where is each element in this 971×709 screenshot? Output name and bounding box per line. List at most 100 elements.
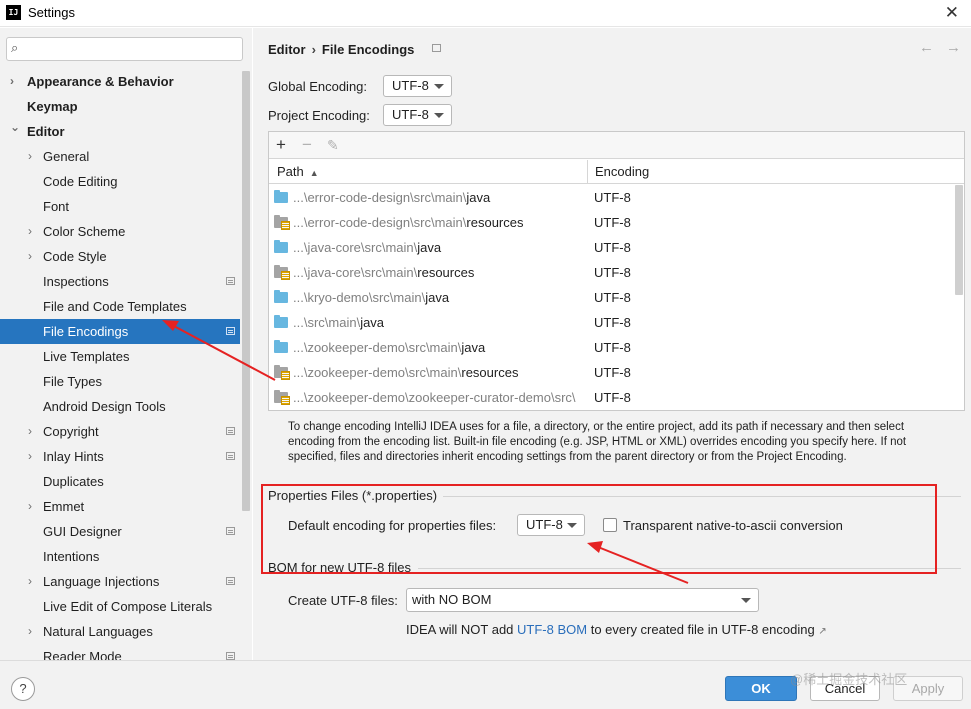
sidebar-item[interactable]: File Types bbox=[0, 369, 240, 394]
sidebar-item[interactable]: › Code Style bbox=[0, 244, 240, 269]
chevron-right-icon[interactable]: › bbox=[28, 144, 32, 169]
chevron-right-icon[interactable]: › bbox=[28, 569, 32, 594]
sidebar-item[interactable]: File and Code Templates bbox=[0, 294, 240, 319]
sidebar-item[interactable]: › Appearance & Behavior bbox=[0, 69, 240, 94]
chevron-right-icon[interactable]: › bbox=[28, 444, 32, 469]
sidebar-item-label: Live Templates bbox=[43, 349, 130, 364]
column-header-path[interactable]: Path ▲ bbox=[277, 160, 585, 184]
sidebar-item[interactable]: › General bbox=[0, 144, 240, 169]
path-cell: ...\java-core\src\main\resources bbox=[293, 265, 475, 280]
source-folder-icon bbox=[274, 290, 288, 303]
sidebar-item[interactable]: › Inlay Hints bbox=[0, 444, 240, 469]
forward-arrow-icon[interactable]: → bbox=[946, 39, 961, 56]
sidebar-item[interactable]: Keymap bbox=[0, 94, 240, 119]
sidebar-item[interactable]: Duplicates bbox=[0, 469, 240, 494]
project-encoding-select[interactable]: UTF-8 bbox=[383, 104, 452, 126]
sidebar-item[interactable]: › Copyright bbox=[0, 419, 240, 444]
chevron-right-icon[interactable]: › bbox=[28, 219, 32, 244]
column-divider[interactable] bbox=[587, 160, 588, 184]
encoding-cell[interactable]: UTF-8 bbox=[594, 210, 631, 235]
path-cell: ...\error-code-design\src\main\resources bbox=[293, 215, 524, 230]
breadcrumb-separator: › bbox=[311, 42, 316, 57]
project-scope-icon bbox=[226, 427, 235, 435]
source-folder-icon bbox=[274, 240, 288, 253]
project-encoding-value: UTF-8 bbox=[392, 107, 429, 122]
sidebar-item[interactable]: Android Design Tools bbox=[0, 394, 240, 419]
chevron-right-icon[interactable]: › bbox=[28, 244, 32, 269]
table-row[interactable]: ...\zookeeper-demo\zookeeper-curator-dem… bbox=[269, 385, 964, 410]
encoding-cell[interactable]: UTF-8 bbox=[594, 285, 631, 310]
table-row[interactable]: ...\java-core\src\main\resources UTF-8 bbox=[269, 260, 964, 285]
sidebar-item-label: GUI Designer bbox=[43, 524, 122, 539]
sidebar-item-label: File Encodings bbox=[43, 324, 129, 339]
sidebar-item[interactable]: File Encodings bbox=[0, 319, 240, 344]
table-toolbar: + − ✎ bbox=[269, 132, 964, 159]
resources-folder-icon bbox=[274, 365, 290, 380]
path-cell: ...\kryo-demo\src\main\java bbox=[293, 290, 450, 305]
global-encoding-select[interactable]: UTF-8 bbox=[383, 75, 452, 97]
close-icon[interactable]: ✕ bbox=[945, 3, 959, 23]
project-encoding-label: Project Encoding: bbox=[268, 108, 370, 123]
utf8-bom-link[interactable]: UTF-8 BOM bbox=[517, 622, 587, 637]
path-cell: ...\zookeeper-demo\zookeeper-curator-dem… bbox=[293, 390, 576, 405]
sidebar-item[interactable]: Reader Mode bbox=[0, 644, 240, 660]
project-scope-icon bbox=[226, 452, 235, 460]
sidebar-item-label: Language Injections bbox=[43, 574, 160, 589]
search-input[interactable] bbox=[31, 40, 236, 58]
table-row[interactable]: ...\java-core\src\main\java UTF-8 bbox=[269, 235, 964, 260]
sidebar-item[interactable]: › Emmet bbox=[0, 494, 240, 519]
column-header-encoding[interactable]: Encoding bbox=[595, 160, 649, 184]
sidebar-item[interactable]: Inspections bbox=[0, 269, 240, 294]
sidebar-item[interactable]: › Language Injections bbox=[0, 569, 240, 594]
sidebar-item-label: Font bbox=[43, 199, 70, 214]
settings-search[interactable]: ⌕ bbox=[6, 37, 243, 61]
table-row[interactable]: ...\zookeeper-demo\src\main\resources UTF… bbox=[269, 360, 964, 385]
encoding-cell[interactable]: UTF-8 bbox=[594, 260, 631, 285]
encoding-cell[interactable]: UTF-8 bbox=[594, 310, 631, 335]
sidebar-item[interactable]: Intentions bbox=[0, 544, 240, 569]
table-row[interactable]: ...\src\main\java UTF-8 bbox=[269, 310, 964, 335]
back-arrow-icon[interactable]: ← bbox=[919, 39, 934, 56]
table-row[interactable]: ...\error-code-design\src\main\resources… bbox=[269, 210, 964, 235]
table-row[interactable]: ...\zookeeper-demo\src\main\java UTF-8 bbox=[269, 335, 964, 360]
sidebar-item[interactable]: Live Templates bbox=[0, 344, 240, 369]
encoding-cell[interactable]: UTF-8 bbox=[594, 185, 631, 210]
sidebar-item-label: Inlay Hints bbox=[43, 449, 104, 464]
encoding-cell[interactable]: UTF-8 bbox=[594, 335, 631, 360]
breadcrumb: Editor › File Encodings bbox=[268, 42, 414, 57]
chevron-right-icon[interactable]: › bbox=[28, 494, 32, 519]
sidebar-item[interactable]: › Natural Languages bbox=[0, 619, 240, 644]
chevron-right-icon[interactable]: › bbox=[10, 69, 14, 94]
encoding-cell[interactable]: UTF-8 bbox=[594, 235, 631, 260]
sidebar-item[interactable]: Live Edit of Compose Literals bbox=[0, 594, 240, 619]
sidebar-item-label: File and Code Templates bbox=[43, 299, 187, 314]
bom-select[interactable]: with NO BOM bbox=[406, 588, 759, 612]
sidebar-item[interactable]: ⌄ Editor bbox=[0, 119, 240, 144]
sidebar-item-label: File Types bbox=[43, 374, 103, 389]
sidebar-item[interactable]: GUI Designer bbox=[0, 519, 240, 544]
sidebar-scrollbar[interactable] bbox=[242, 71, 250, 511]
ok-button[interactable]: OK bbox=[725, 676, 797, 701]
chevron-down-icon[interactable]: ⌄ bbox=[10, 115, 20, 140]
sidebar-item[interactable]: Font bbox=[0, 194, 240, 219]
bom-info: IDEA will NOT add UTF-8 BOM to every cre… bbox=[406, 622, 827, 637]
table-row[interactable]: ...\error-code-design\src\main\java UTF-8 bbox=[269, 185, 964, 210]
sidebar-item[interactable]: Code Editing bbox=[0, 169, 240, 194]
sidebar-item[interactable]: › Color Scheme bbox=[0, 219, 240, 244]
encoding-cell[interactable]: UTF-8 bbox=[594, 360, 631, 385]
sidebar-item-label: Color Scheme bbox=[43, 224, 126, 239]
encoding-cell[interactable]: UTF-8 bbox=[594, 385, 631, 410]
chevron-down-icon bbox=[741, 598, 751, 603]
help-button[interactable]: ? bbox=[11, 677, 35, 701]
table-scrollbar[interactable] bbox=[955, 185, 963, 295]
remove-icon[interactable]: − bbox=[302, 135, 312, 155]
chevron-right-icon[interactable]: › bbox=[28, 419, 32, 444]
add-icon[interactable]: + bbox=[276, 135, 286, 155]
encoding-help-text: To change encoding IntelliJ IDEA uses fo… bbox=[288, 421, 907, 463]
edit-icon[interactable]: ✎ bbox=[327, 137, 339, 154]
table-row[interactable]: ...\kryo-demo\src\main\java UTF-8 bbox=[269, 285, 964, 310]
breadcrumb-parent[interactable]: Editor bbox=[268, 42, 306, 57]
sidebar-item-label: Inspections bbox=[43, 274, 109, 289]
chevron-right-icon[interactable]: › bbox=[28, 619, 32, 644]
resources-folder-icon bbox=[274, 215, 290, 230]
